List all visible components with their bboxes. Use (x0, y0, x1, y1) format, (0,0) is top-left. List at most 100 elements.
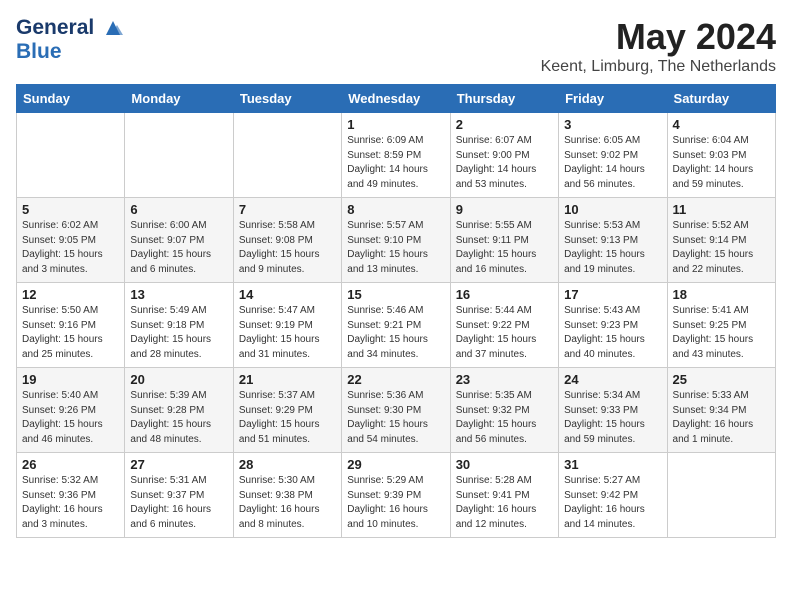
day-content: Sunrise: 6:05 AM Sunset: 9:02 PM Dayligh… (564, 134, 661, 192)
calendar-cell: 7 Sunrise: 5:58 AM Sunset: 9:08 PM Daylig… (233, 198, 341, 283)
calendar-table: SundayMondayTuesdayWednesdayThursdayFrid… (16, 84, 776, 538)
day-header-friday: Friday (559, 85, 667, 113)
day-content: Sunrise: 5:57 AM Sunset: 9:10 PM Dayligh… (347, 219, 444, 277)
calendar-cell: 12 Sunrise: 5:50 AM Sunset: 9:16 PM Dayli… (17, 283, 125, 368)
calendar-cell: 27Sunrise: 5:31 AM Sunset: 9:37 PM Dayli… (125, 453, 233, 538)
day-number: 8 (347, 202, 444, 217)
calendar-header-row: SundayMondayTuesdayWednesdayThursdayFrid… (17, 85, 776, 113)
calendar-cell: 13 Sunrise: 5:49 AM Sunset: 9:18 PM Dayli… (125, 283, 233, 368)
day-number: 26 (22, 457, 119, 472)
day-content: Sunrise: 5:41 AM Sunset: 9:25 PM Dayligh… (673, 304, 770, 362)
day-number: 20 (130, 372, 227, 387)
calendar-cell: 21 Sunrise: 5:37 AM Sunset: 9:29 PM Dayli… (233, 368, 341, 453)
calendar-cell: 25 Sunrise: 5:33 AM Sunset: 9:34 PM Dayli… (667, 368, 775, 453)
calendar-cell: 5Sunrise: 6:02 AM Sunset: 9:05 PM Daylig… (17, 198, 125, 283)
logo-text: General (16, 16, 124, 40)
day-number: 27 (130, 457, 227, 472)
day-number: 9 (456, 202, 553, 217)
day-number: 29 (347, 457, 444, 472)
day-content: Sunrise: 5:32 AM Sunset: 9:36 PM Dayligh… (22, 474, 119, 532)
calendar-cell: 6Sunrise: 6:00 AM Sunset: 9:07 PM Daylig… (125, 198, 233, 283)
day-content: Sunrise: 5:47 AM Sunset: 9:19 PM Dayligh… (239, 304, 336, 362)
calendar-cell: 9 Sunrise: 5:55 AM Sunset: 9:11 PM Daylig… (450, 198, 558, 283)
day-content: Sunrise: 6:04 AM Sunset: 9:03 PM Dayligh… (673, 134, 770, 192)
day-number: 4 (673, 117, 770, 132)
day-number: 18 (673, 287, 770, 302)
day-number: 25 (673, 372, 770, 387)
calendar-cell: 8 Sunrise: 5:57 AM Sunset: 9:10 PM Daylig… (342, 198, 450, 283)
day-number: 21 (239, 372, 336, 387)
day-header-thursday: Thursday (450, 85, 558, 113)
day-content: Sunrise: 6:07 AM Sunset: 9:00 PM Dayligh… (456, 134, 553, 192)
day-content: Sunrise: 5:52 AM Sunset: 9:14 PM Dayligh… (673, 219, 770, 277)
title-block: May 2024 Keent, Limburg, The Netherlands (541, 16, 776, 76)
day-number: 1 (347, 117, 444, 132)
calendar-week-4: 19Sunrise: 5:40 AM Sunset: 9:26 PM Dayli… (17, 368, 776, 453)
day-number: 10 (564, 202, 661, 217)
calendar-cell: 20 Sunrise: 5:39 AM Sunset: 9:28 PM Dayli… (125, 368, 233, 453)
calendar-cell: 29 Sunrise: 5:29 AM Sunset: 9:39 PM Dayli… (342, 453, 450, 538)
day-number: 2 (456, 117, 553, 132)
calendar-cell: 26 Sunrise: 5:32 AM Sunset: 9:36 PM Dayli… (17, 453, 125, 538)
calendar-cell: 24 Sunrise: 5:34 AM Sunset: 9:33 PM Dayli… (559, 368, 667, 453)
logo: General Blue (16, 16, 124, 64)
day-content: Sunrise: 5:34 AM Sunset: 9:33 PM Dayligh… (564, 389, 661, 447)
day-content: Sunrise: 5:58 AM Sunset: 9:08 PM Dayligh… (239, 219, 336, 277)
day-content: Sunrise: 5:55 AM Sunset: 9:11 PM Dayligh… (456, 219, 553, 277)
calendar-cell: 1 Sunrise: 6:09 AM Sunset: 8:59 PM Daylig… (342, 113, 450, 198)
day-number: 3 (564, 117, 661, 132)
day-content: Sunrise: 5:35 AM Sunset: 9:32 PM Dayligh… (456, 389, 553, 447)
day-content: Sunrise: 5:40 AM Sunset: 9:26 PM Dayligh… (22, 389, 119, 447)
day-number: 22 (347, 372, 444, 387)
calendar-cell: 30Sunrise: 5:28 AM Sunset: 9:41 PM Dayli… (450, 453, 558, 538)
day-number: 16 (456, 287, 553, 302)
day-content: Sunrise: 5:33 AM Sunset: 9:34 PM Dayligh… (673, 389, 770, 447)
day-header-tuesday: Tuesday (233, 85, 341, 113)
day-number: 11 (673, 202, 770, 217)
day-number: 12 (22, 287, 119, 302)
calendar-week-1: 1 Sunrise: 6:09 AM Sunset: 8:59 PM Daylig… (17, 113, 776, 198)
calendar-cell: 14 Sunrise: 5:47 AM Sunset: 9:19 PM Dayli… (233, 283, 341, 368)
day-number: 23 (456, 372, 553, 387)
day-content: Sunrise: 5:29 AM Sunset: 9:39 PM Dayligh… (347, 474, 444, 532)
calendar-cell (17, 113, 125, 198)
day-content: Sunrise: 5:49 AM Sunset: 9:18 PM Dayligh… (130, 304, 227, 362)
calendar-cell: 4 Sunrise: 6:04 AM Sunset: 9:03 PM Daylig… (667, 113, 775, 198)
calendar-cell: 17Sunrise: 5:43 AM Sunset: 9:23 PM Dayli… (559, 283, 667, 368)
logo-icon (102, 17, 124, 39)
day-header-saturday: Saturday (667, 85, 775, 113)
calendar-cell: 16 Sunrise: 5:44 AM Sunset: 9:22 PM Dayli… (450, 283, 558, 368)
day-header-wednesday: Wednesday (342, 85, 450, 113)
calendar-week-3: 12 Sunrise: 5:50 AM Sunset: 9:16 PM Dayli… (17, 283, 776, 368)
day-content: Sunrise: 5:37 AM Sunset: 9:29 PM Dayligh… (239, 389, 336, 447)
calendar-cell: 3 Sunrise: 6:05 AM Sunset: 9:02 PM Daylig… (559, 113, 667, 198)
calendar-cell: 28Sunrise: 5:30 AM Sunset: 9:38 PM Dayli… (233, 453, 341, 538)
page-header: General Blue May 2024 Keent, Limburg, Th… (16, 16, 776, 76)
day-content: Sunrise: 5:39 AM Sunset: 9:28 PM Dayligh… (130, 389, 227, 447)
day-content: Sunrise: 5:44 AM Sunset: 9:22 PM Dayligh… (456, 304, 553, 362)
day-number: 14 (239, 287, 336, 302)
day-content: Sunrise: 5:43 AM Sunset: 9:23 PM Dayligh… (564, 304, 661, 362)
day-number: 24 (564, 372, 661, 387)
day-content: Sunrise: 6:09 AM Sunset: 8:59 PM Dayligh… (347, 134, 444, 192)
calendar-cell: 10Sunrise: 5:53 AM Sunset: 9:13 PM Dayli… (559, 198, 667, 283)
day-number: 13 (130, 287, 227, 302)
day-content: Sunrise: 5:50 AM Sunset: 9:16 PM Dayligh… (22, 304, 119, 362)
day-content: Sunrise: 5:36 AM Sunset: 9:30 PM Dayligh… (347, 389, 444, 447)
calendar-cell: 19Sunrise: 5:40 AM Sunset: 9:26 PM Dayli… (17, 368, 125, 453)
day-number: 15 (347, 287, 444, 302)
day-number: 7 (239, 202, 336, 217)
calendar-week-2: 5Sunrise: 6:02 AM Sunset: 9:05 PM Daylig… (17, 198, 776, 283)
day-content: Sunrise: 5:46 AM Sunset: 9:21 PM Dayligh… (347, 304, 444, 362)
day-header-sunday: Sunday (17, 85, 125, 113)
calendar-cell: 15 Sunrise: 5:46 AM Sunset: 9:21 PM Dayli… (342, 283, 450, 368)
day-content: Sunrise: 5:30 AM Sunset: 9:38 PM Dayligh… (239, 474, 336, 532)
calendar-cell: 31 Sunrise: 5:27 AM Sunset: 9:42 PM Dayli… (559, 453, 667, 538)
day-number: 31 (564, 457, 661, 472)
day-content: Sunrise: 5:27 AM Sunset: 9:42 PM Dayligh… (564, 474, 661, 532)
day-content: Sunrise: 6:02 AM Sunset: 9:05 PM Dayligh… (22, 219, 119, 277)
day-number: 6 (130, 202, 227, 217)
calendar-body: 1 Sunrise: 6:09 AM Sunset: 8:59 PM Daylig… (17, 113, 776, 538)
month-year: May 2024 (541, 16, 776, 58)
calendar-cell (667, 453, 775, 538)
